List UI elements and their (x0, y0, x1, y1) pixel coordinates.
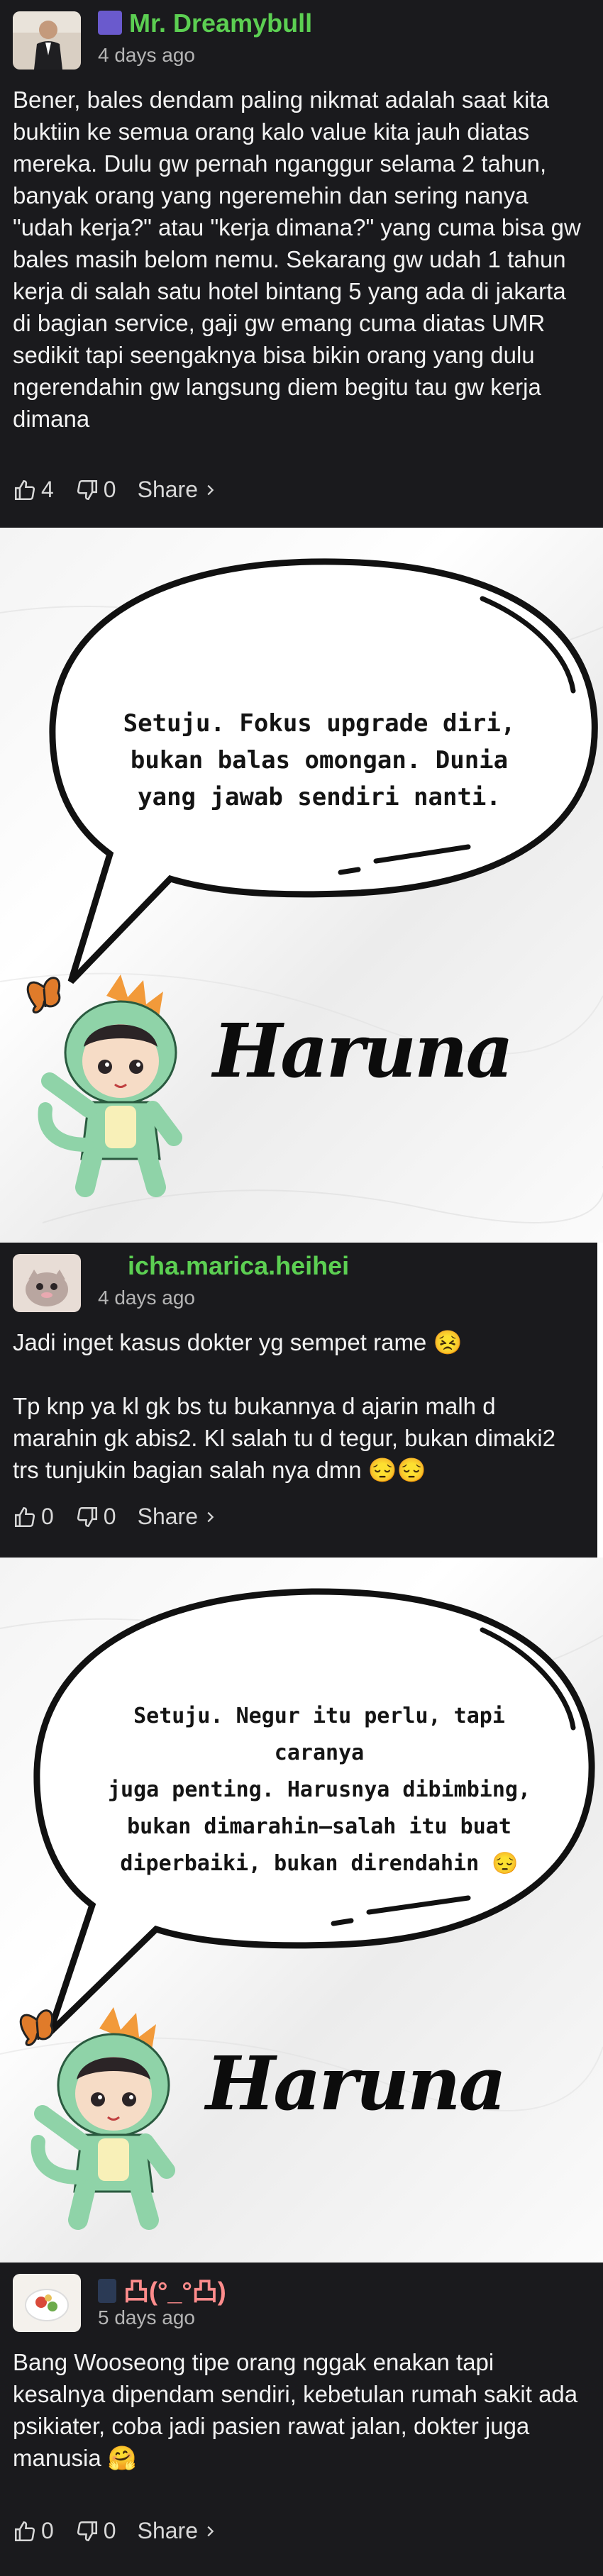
username[interactable]: 凸(°_°凸) (98, 2271, 226, 2308)
mascot-illustration (26, 975, 182, 1197)
username[interactable]: Mr. Dreamybull (98, 9, 312, 38)
share-button[interactable]: Share (138, 2518, 218, 2544)
timestamp: 4 days ago (98, 44, 195, 66)
butterfly-icon (26, 977, 61, 1014)
share-button[interactable]: Share (138, 477, 218, 503)
dislike-button[interactable]: 0 (75, 477, 116, 503)
reply-image: Setuju. Negur itu perlu, tapi caranya ju… (0, 1558, 603, 2263)
avatar[interactable] (13, 11, 81, 70)
dislike-count: 0 (103, 1504, 116, 1529)
like-button[interactable]: 0 (13, 1504, 54, 1530)
thumbs-down-icon (77, 1506, 97, 1527)
like-count: 0 (41, 2518, 54, 2543)
comment-card: 凸(°_°凸) 5 days ago Bang Wooseong tipe or… (0, 2263, 603, 2576)
avatar[interactable] (13, 2274, 81, 2332)
comment-card: Mr. Dreamybull 4 days ago Bener, bales d… (0, 0, 603, 528)
thumbs-up-icon (14, 479, 35, 500)
username[interactable]: icha.marica.heihei (128, 1251, 349, 1281)
like-count: 0 (41, 1504, 54, 1529)
dislike-count: 0 (103, 2518, 116, 2543)
like-count: 4 (41, 477, 54, 502)
thumbs-up-icon (14, 1506, 35, 1527)
thumbs-down-icon (77, 479, 97, 500)
reply-image: Setuju. Fokus upgrade diri, bukan balas … (0, 528, 603, 1243)
comment-card: icha.marica.heihei 4 days ago Jadi inget… (0, 1243, 597, 1558)
timestamp: 5 days ago (98, 2306, 195, 2328)
chevron-right-icon (207, 2526, 214, 2536)
comment-text: Jadi inget kasus dokter yg sempet rame 😣… (13, 1329, 555, 1483)
avatar[interactable] (13, 1254, 81, 1312)
chevron-right-icon (207, 1511, 214, 1522)
badge-icon (98, 11, 122, 35)
like-button[interactable]: 0 (13, 2518, 54, 2544)
butterfly-icon (19, 2009, 54, 2046)
chevron-right-icon (207, 484, 214, 495)
mascot-illustration (19, 2007, 175, 2230)
thumbs-down-icon (77, 2521, 97, 2541)
share-button[interactable]: Share (138, 1504, 218, 1530)
timestamp: 4 days ago (98, 1287, 195, 1309)
signature: Haruna (206, 2040, 507, 2127)
signature: Haruna (213, 1007, 514, 1094)
comment-text: Bang Wooseong tipe orang nggak enakan ta… (13, 2349, 578, 2471)
comment-text: Bener, bales dendam paling nikmat adalah… (13, 87, 581, 432)
dislike-count: 0 (103, 477, 116, 502)
like-button[interactable]: 4 (13, 477, 54, 503)
reply-text: Setuju. Negur itu perlu, tapi caranya ju… (107, 1704, 531, 1876)
dislike-button[interactable]: 0 (75, 1504, 116, 1530)
dislike-button[interactable]: 0 (75, 2518, 116, 2544)
thumbs-up-icon (14, 2521, 35, 2541)
reply-text: Setuju. Fokus upgrade diri, bukan balas … (123, 709, 516, 811)
badge-icon (98, 2279, 116, 2303)
